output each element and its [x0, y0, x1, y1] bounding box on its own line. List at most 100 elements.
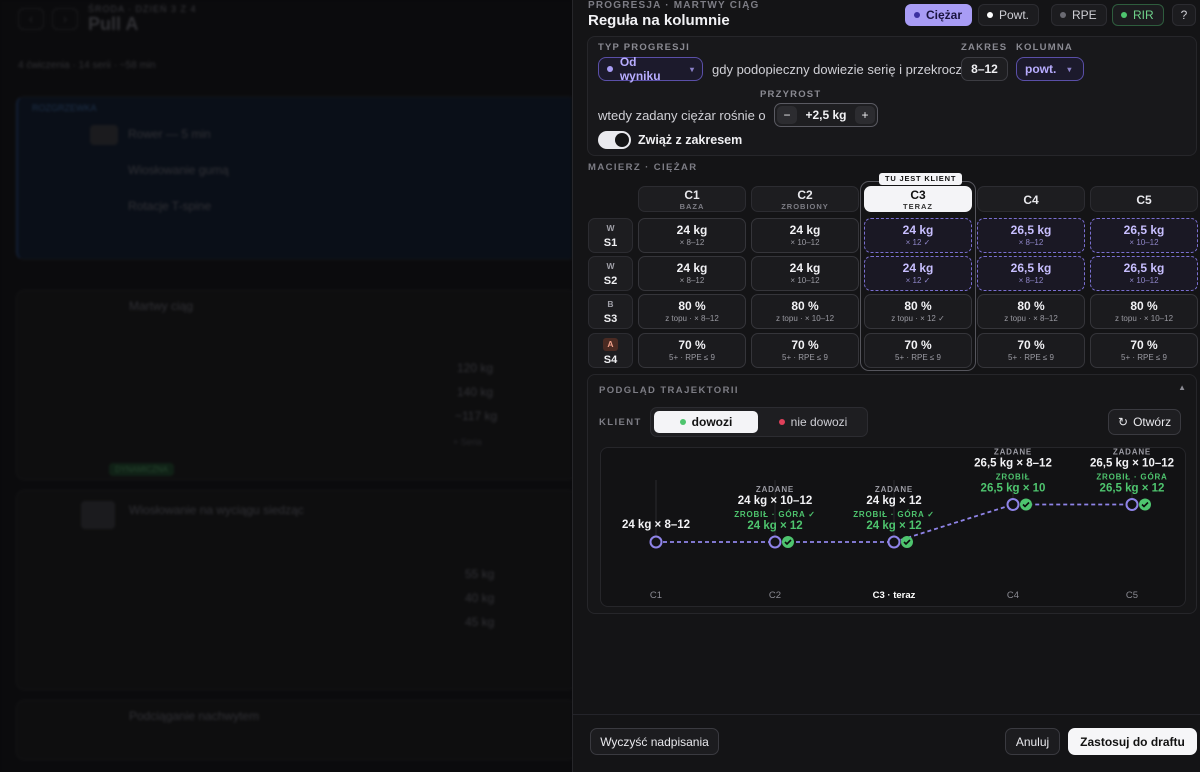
cell-sub: × 12 ✓ [905, 276, 931, 285]
matrix-cell[interactable]: 26,5 kg × 10–12 [1090, 256, 1198, 291]
plus-button[interactable]: + [855, 106, 875, 124]
cell-sub: 5+ · RPE ≤ 9 [1008, 353, 1054, 362]
matrix-cell[interactable]: 24 kg × 8–12 [638, 256, 746, 291]
type-value: Od wyniku [619, 55, 661, 83]
option-label: nie dowozi [790, 415, 848, 429]
apply-button[interactable]: Zastosuj do draftu [1068, 728, 1197, 755]
help-button[interactable]: ? [1172, 4, 1196, 26]
cancel-button[interactable]: Anuluj [1005, 728, 1060, 755]
link-range-label: Zwiąż z zakresem [638, 133, 743, 147]
condition-text: gdy podopieczny dowiezie serię i przekro… [712, 62, 969, 77]
data-point [1125, 498, 1139, 511]
reopen-button[interactable]: ↻ Otwórz [1108, 409, 1182, 435]
mode-rir-button[interactable]: RIR [1112, 4, 1164, 26]
matrix-column-header[interactable]: C5 [1090, 186, 1198, 212]
reopen-label: Otwórz [1133, 415, 1172, 429]
matrix-column-header[interactable]: C3 TERAZ [864, 186, 972, 212]
dot-icon [607, 66, 613, 72]
matrix-cell[interactable]: 70 % 5+ · RPE ≤ 9 [751, 333, 859, 368]
data-point [649, 535, 663, 549]
column-value: powt. [1025, 62, 1057, 76]
did-value: 26,5 kg × 10 [981, 483, 1046, 495]
set-type-tag: W [606, 223, 615, 233]
matrix-cell[interactable]: 80 % z topu · × 8–12 [977, 294, 1085, 329]
dot-icon [778, 419, 785, 425]
footer-divider [573, 714, 1200, 715]
chevron-down-icon: ▾ [1067, 64, 1072, 74]
cell-value: 70 % [1017, 338, 1045, 352]
range-field[interactable]: 8–12 [961, 57, 1008, 81]
mode-reps-button[interactable]: Powt. [978, 4, 1040, 26]
collapse-icon[interactable]: ▲ [1178, 383, 1186, 392]
matrix-cell[interactable]: 70 % 5+ · RPE ≤ 9 [1090, 333, 1198, 368]
planned-value: 24 kg × 8–12 [622, 519, 690, 531]
matrix-cell[interactable]: 24 kg × 10–12 [751, 218, 859, 253]
matrix-cell[interactable]: 80 % z topu · × 10–12 [1090, 294, 1198, 329]
matrix-column-header[interactable]: C2 ZROBIONY [751, 186, 859, 212]
matrix-cell[interactable]: 26,5 kg × 8–12 [977, 256, 1085, 291]
cell-sub: 5+ · RPE ≤ 9 [1121, 353, 1167, 362]
client-delivers-option[interactable]: dowozi [654, 411, 758, 433]
did-value: 26,5 kg × 12 [1100, 483, 1165, 495]
x-tick-label: C3 · teraz [873, 590, 916, 601]
trajectory-chart: C1 24 kg × 8–12 C2 24 kg × 12 ZROBIŁ · GÓRA … [600, 447, 1186, 607]
cell-value: 24 kg [676, 261, 708, 275]
set-name: S1 [603, 237, 618, 249]
matrix-cell[interactable]: 24 kg × 12 ✓ [864, 218, 972, 253]
column-select[interactable]: powt. ▾ [1016, 57, 1084, 81]
matrix-cell[interactable]: 24 kg × 8–12 [638, 218, 746, 253]
planned-value: 26,5 kg × 10–12 [1090, 458, 1174, 470]
minus-button[interactable]: − [777, 106, 797, 124]
x-tick-label: C1 [650, 590, 662, 601]
matrix-row-header: B S3 [588, 294, 633, 329]
matrix-cell[interactable]: 80 % z topu · × 12 ✓ [864, 294, 972, 329]
link-range-toggle[interactable] [598, 131, 631, 149]
matrix-cell[interactable]: 80 % z topu · × 8–12 [638, 294, 746, 329]
did-label: ZROBIŁ · GÓRA ✓ [853, 510, 935, 519]
cell-sub: × 8–12 [1018, 238, 1044, 247]
dot-icon [1121, 12, 1127, 18]
set-name: S3 [603, 313, 618, 325]
mode-label: Ciężar [926, 8, 963, 22]
cell-sub: × 8–12 [1018, 276, 1044, 285]
range-label: ZAKRES [961, 42, 1008, 53]
panel-eyebrow: PROGRESJA · MARTWY CIĄG [588, 0, 760, 11]
dot-icon [679, 419, 686, 425]
set-name: S2 [603, 275, 618, 287]
did-value: 24 kg × 12 [747, 520, 802, 532]
mode-rpe-button[interactable]: RPE [1051, 4, 1107, 26]
did-label: ZROBIŁ · GÓRA ✓ [734, 510, 816, 519]
client-fails-option[interactable]: nie dowozi [761, 411, 865, 433]
set-type-tag: B [607, 299, 614, 309]
option-label: dowozi [691, 415, 733, 429]
matrix-cell[interactable]: 26,5 kg × 8–12 [977, 218, 1085, 253]
matrix-cell[interactable]: 26,5 kg × 10–12 [1090, 218, 1198, 253]
matrix-column-header[interactable]: C1 BAZA [638, 186, 746, 212]
cell-sub: 5+ · RPE ≤ 9 [669, 353, 715, 362]
type-select[interactable]: Od wyniku ▾ [598, 55, 703, 83]
column-name: C5 [1136, 193, 1152, 207]
panel-title: Reguła na kolumnie [588, 12, 730, 29]
matrix-cell[interactable]: 70 % 5+ · RPE ≤ 9 [638, 333, 746, 368]
cell-sub: × 10–12 [1129, 238, 1159, 247]
matrix-cell[interactable]: 70 % 5+ · RPE ≤ 9 [864, 333, 972, 368]
mode-weight-button[interactable]: Ciężar [905, 4, 973, 26]
planned-label: ZADANE [994, 448, 1032, 457]
refresh-icon: ↻ [1118, 415, 1129, 429]
did-label: ZROBIŁ · GÓRA [1096, 473, 1167, 482]
type-label: TYP PROGRESJI [598, 42, 690, 53]
matrix-cell[interactable]: 24 kg × 12 ✓ [864, 256, 972, 291]
set-name: S4 [603, 354, 618, 366]
rule-card: TYP PROGRESJI Od wyniku ▾ gdy podopieczn… [587, 36, 1197, 156]
matrix-cell[interactable]: 80 % z topu · × 10–12 [751, 294, 859, 329]
cell-value: 80 % [904, 299, 932, 313]
cell-value: 24 kg [676, 223, 708, 237]
matrix-column-header[interactable]: C4 [977, 186, 1085, 212]
dot-icon [914, 12, 920, 18]
x-tick-label: C5 [1126, 590, 1138, 601]
cell-sub: × 10–12 [1129, 276, 1159, 285]
matrix-cell[interactable]: 70 % 5+ · RPE ≤ 9 [977, 333, 1085, 368]
matrix-cell[interactable]: 24 kg × 10–12 [751, 256, 859, 291]
clear-overrides-button[interactable]: Wyczyść nadpisania [590, 728, 719, 755]
mode-label: RPE [1072, 8, 1097, 22]
